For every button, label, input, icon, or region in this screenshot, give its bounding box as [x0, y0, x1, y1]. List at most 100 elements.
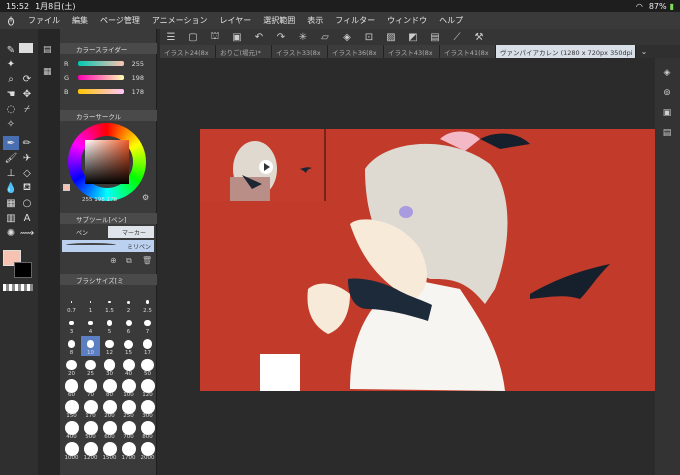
brush-size-option[interactable]: 1500 — [100, 441, 119, 461]
ruler-icon[interactable]: ⟋ — [446, 29, 468, 45]
menu-page[interactable]: ページ管理 — [94, 15, 146, 26]
menu-selection[interactable]: 選択範囲 — [257, 15, 301, 26]
clear-icon[interactable]: ▱ — [314, 29, 336, 45]
tab-origo[interactable]: おりご(場元)* — [216, 45, 272, 58]
brush-size-option[interactable]: 250 — [119, 399, 138, 419]
color-circle-header[interactable]: カラーサークル — [60, 110, 157, 121]
redo-icon[interactable]: ↷ — [270, 29, 292, 45]
menu-filter[interactable]: フィルター — [329, 15, 381, 26]
green-value[interactable]: 198 — [124, 74, 144, 82]
brush-size-option[interactable]: 500 — [81, 420, 100, 440]
brush-size-option[interactable]: 60 — [62, 378, 81, 398]
hamburger-icon[interactable]: ☰ — [160, 29, 182, 45]
brush-icon[interactable]: 🖌 — [3, 151, 19, 165]
eyedropper-icon[interactable]: ⌿ — [19, 102, 35, 116]
brush-size-option[interactable]: 2.5 — [138, 294, 157, 314]
brush-size-option[interactable]: 700 — [119, 420, 138, 440]
brush-size-option[interactable]: 80 — [100, 378, 119, 398]
lasso-icon[interactable]: ◌ — [3, 102, 19, 116]
copy-subtool-icon[interactable]: ⧉ — [126, 256, 132, 266]
tab-illust-33[interactable]: イラスト33(8x — [272, 45, 328, 58]
blue-slider[interactable]: B 178 — [64, 86, 153, 97]
transparent-color-swatch[interactable] — [3, 284, 33, 291]
zoom-icon[interactable]: ⌕ — [3, 72, 19, 86]
brush-size-option[interactable]: 600 — [100, 420, 119, 440]
brush-size-option[interactable]: 3 — [62, 315, 81, 335]
brush-size-option[interactable]: 2 — [119, 294, 138, 314]
rotate-icon[interactable]: ⟳ — [19, 72, 35, 86]
brush-size-option[interactable]: 50 — [138, 357, 157, 377]
brush-size-option[interactable]: 300 — [138, 399, 157, 419]
shape-icon[interactable]: ○ — [19, 196, 35, 210]
green-bar[interactable] — [78, 75, 124, 80]
brush-size-option[interactable]: 30 — [100, 357, 119, 377]
red-bar[interactable] — [78, 61, 124, 66]
pen-tool-icon[interactable]: ✎ — [3, 43, 19, 57]
red-value[interactable]: 255 — [124, 60, 144, 68]
menu-window[interactable]: ウィンドウ — [381, 15, 433, 26]
navigator-icon[interactable]: ▣ — [660, 106, 674, 120]
add-subtool-icon[interactable]: ⊕ — [110, 256, 117, 265]
menu-layer[interactable]: レイヤー — [214, 15, 258, 26]
app-logo-icon[interactable]: ტ — [0, 15, 22, 26]
stamp-icon[interactable]: ⊥ — [3, 166, 19, 180]
brush-size-option[interactable]: 400 — [62, 420, 81, 440]
eraser-icon[interactable]: ◇ — [19, 166, 35, 180]
invert-icon[interactable]: ▤ — [424, 29, 446, 45]
selection-icon[interactable]: ◩ — [402, 29, 424, 45]
subtool-marker-tab[interactable]: マーカー — [108, 226, 154, 238]
balloon-icon[interactable]: ✺ — [3, 226, 19, 240]
new-file-icon[interactable]: ▢ — [182, 29, 204, 45]
brush-size-option[interactable]: 70 — [81, 378, 100, 398]
line-correct-icon[interactable]: ⟿ — [19, 226, 35, 240]
bucket-icon[interactable]: ⛾ — [19, 181, 35, 195]
brush-size-option[interactable]: 12 — [100, 336, 119, 356]
undo-icon[interactable]: ↶ — [248, 29, 270, 45]
airbrush-icon[interactable]: ✈ — [19, 151, 35, 165]
brush-size-option[interactable]: 170 — [81, 399, 100, 419]
menu-edit[interactable]: 編集 — [66, 15, 94, 26]
chevron-down-icon[interactable]: ⌄ — [636, 45, 652, 58]
tab-vampire-karen[interactable]: ヴァンパイアカレン (1280 x 720px 350dpi 127.6%) — [496, 45, 636, 58]
brush-size-option[interactable]: 15 — [119, 336, 138, 356]
color-slider-header[interactable]: カラースライダー — [60, 43, 157, 54]
layers-icon[interactable]: ◈ — [660, 66, 674, 80]
fill-icon[interactable]: ◈ — [336, 29, 358, 45]
tools-icon[interactable]: ⚒ — [468, 29, 490, 45]
menu-help[interactable]: ヘルプ — [433, 15, 469, 26]
sparkle-icon[interactable]: ✦ — [3, 57, 19, 71]
color-wheel[interactable] — [68, 123, 146, 201]
brush-size-option[interactable]: 120 — [138, 378, 157, 398]
save-icon[interactable]: ▣ — [226, 29, 248, 45]
green-slider[interactable]: G 198 — [64, 72, 153, 83]
frame-icon[interactable]: ▥ — [3, 211, 19, 225]
brush-size-option[interactable]: 17 — [138, 336, 157, 356]
tab-illust-41[interactable]: イラスト41(8x — [440, 45, 496, 58]
brush-size-option[interactable]: 25 — [81, 357, 100, 377]
blue-bar[interactable] — [78, 89, 124, 94]
pencil-icon[interactable]: ✏ — [19, 136, 35, 150]
brush-item-milli-pen[interactable]: ミリペン — [62, 240, 154, 252]
brush-size-option[interactable]: 1700 — [119, 441, 138, 461]
brush-size-option[interactable]: 800 — [138, 420, 157, 440]
color-mode-icon[interactable]: ⚙ — [142, 193, 149, 202]
brush-size-header[interactable]: ブラシサイズ[ミ — [60, 274, 157, 285]
blend-icon[interactable]: 💧 — [3, 181, 19, 195]
menu-view[interactable]: 表示 — [301, 15, 329, 26]
brush-size-option[interactable]: 6 — [119, 315, 138, 335]
open-icon[interactable]: ⛫ — [204, 29, 226, 45]
brush-size-option[interactable]: 4 — [81, 315, 100, 335]
saturation-square[interactable] — [85, 140, 129, 184]
menu-animation[interactable]: アニメーション — [146, 15, 214, 26]
tab-illust-24[interactable]: イラスト24(8x — [160, 45, 216, 58]
brush-size-option[interactable]: 5 — [100, 315, 119, 335]
brush-size-option[interactable]: 0.7 — [62, 294, 81, 314]
auto-select-icon[interactable]: ✧ — [3, 117, 19, 131]
blue-value[interactable]: 178 — [124, 88, 144, 96]
red-slider[interactable]: R 255 — [64, 58, 153, 69]
artwork-canvas[interactable] — [200, 129, 655, 391]
transform-icon[interactable]: ⊡ — [358, 29, 380, 45]
gradient-icon[interactable]: ▦ — [3, 196, 19, 210]
brush-size-option[interactable]: 40 — [119, 357, 138, 377]
spinner-icon[interactable]: ✳ — [292, 29, 314, 45]
